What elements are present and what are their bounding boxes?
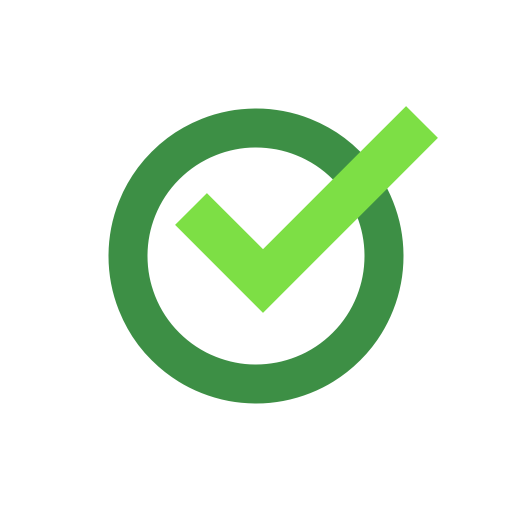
check-circle-icon (0, 0, 512, 512)
check-circle-graphic (108, 106, 438, 404)
check-icon-canvas (0, 0, 512, 512)
